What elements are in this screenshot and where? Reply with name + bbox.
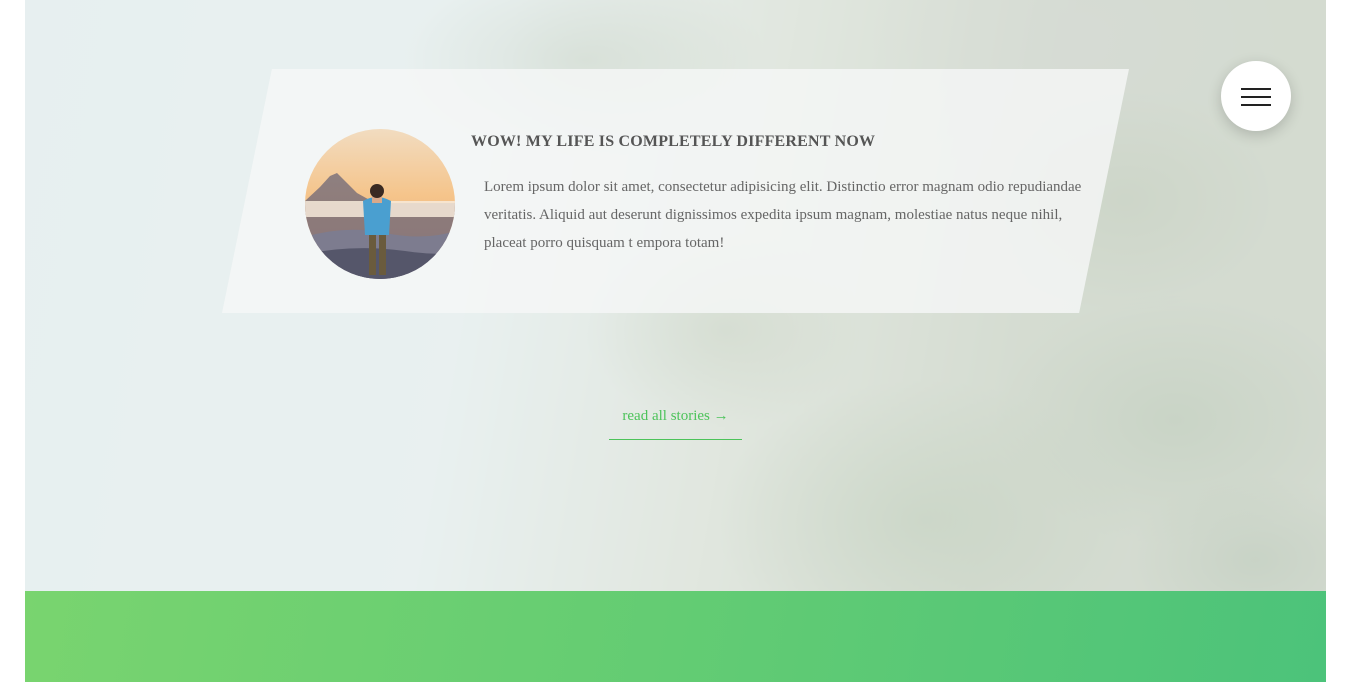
testimonial-card: WOW! MY LIFE IS COMPLETELY DIFFERENT NOW… bbox=[222, 69, 1129, 313]
testimonial-title: WOW! MY LIFE IS COMPLETELY DIFFERENT NOW bbox=[471, 133, 876, 150]
read-all-stories-label: read all stories → bbox=[622, 408, 729, 424]
testimonial-avatar bbox=[305, 129, 455, 279]
person-on-mountain-photo-icon bbox=[305, 129, 455, 279]
page: WOW! MY LIFE IS COMPLETELY DIFFERENT NOW… bbox=[25, 0, 1326, 682]
testimonial-text: Lorem ipsum dolor sit amet, consectetur … bbox=[484, 179, 1082, 251]
stories-section: WOW! MY LIFE IS COMPLETELY DIFFERENT NOW… bbox=[25, 0, 1326, 591]
menu-button[interactable] bbox=[1221, 61, 1291, 131]
read-all-stories-link[interactable]: read all stories → bbox=[609, 405, 742, 440]
green-section bbox=[25, 591, 1326, 682]
